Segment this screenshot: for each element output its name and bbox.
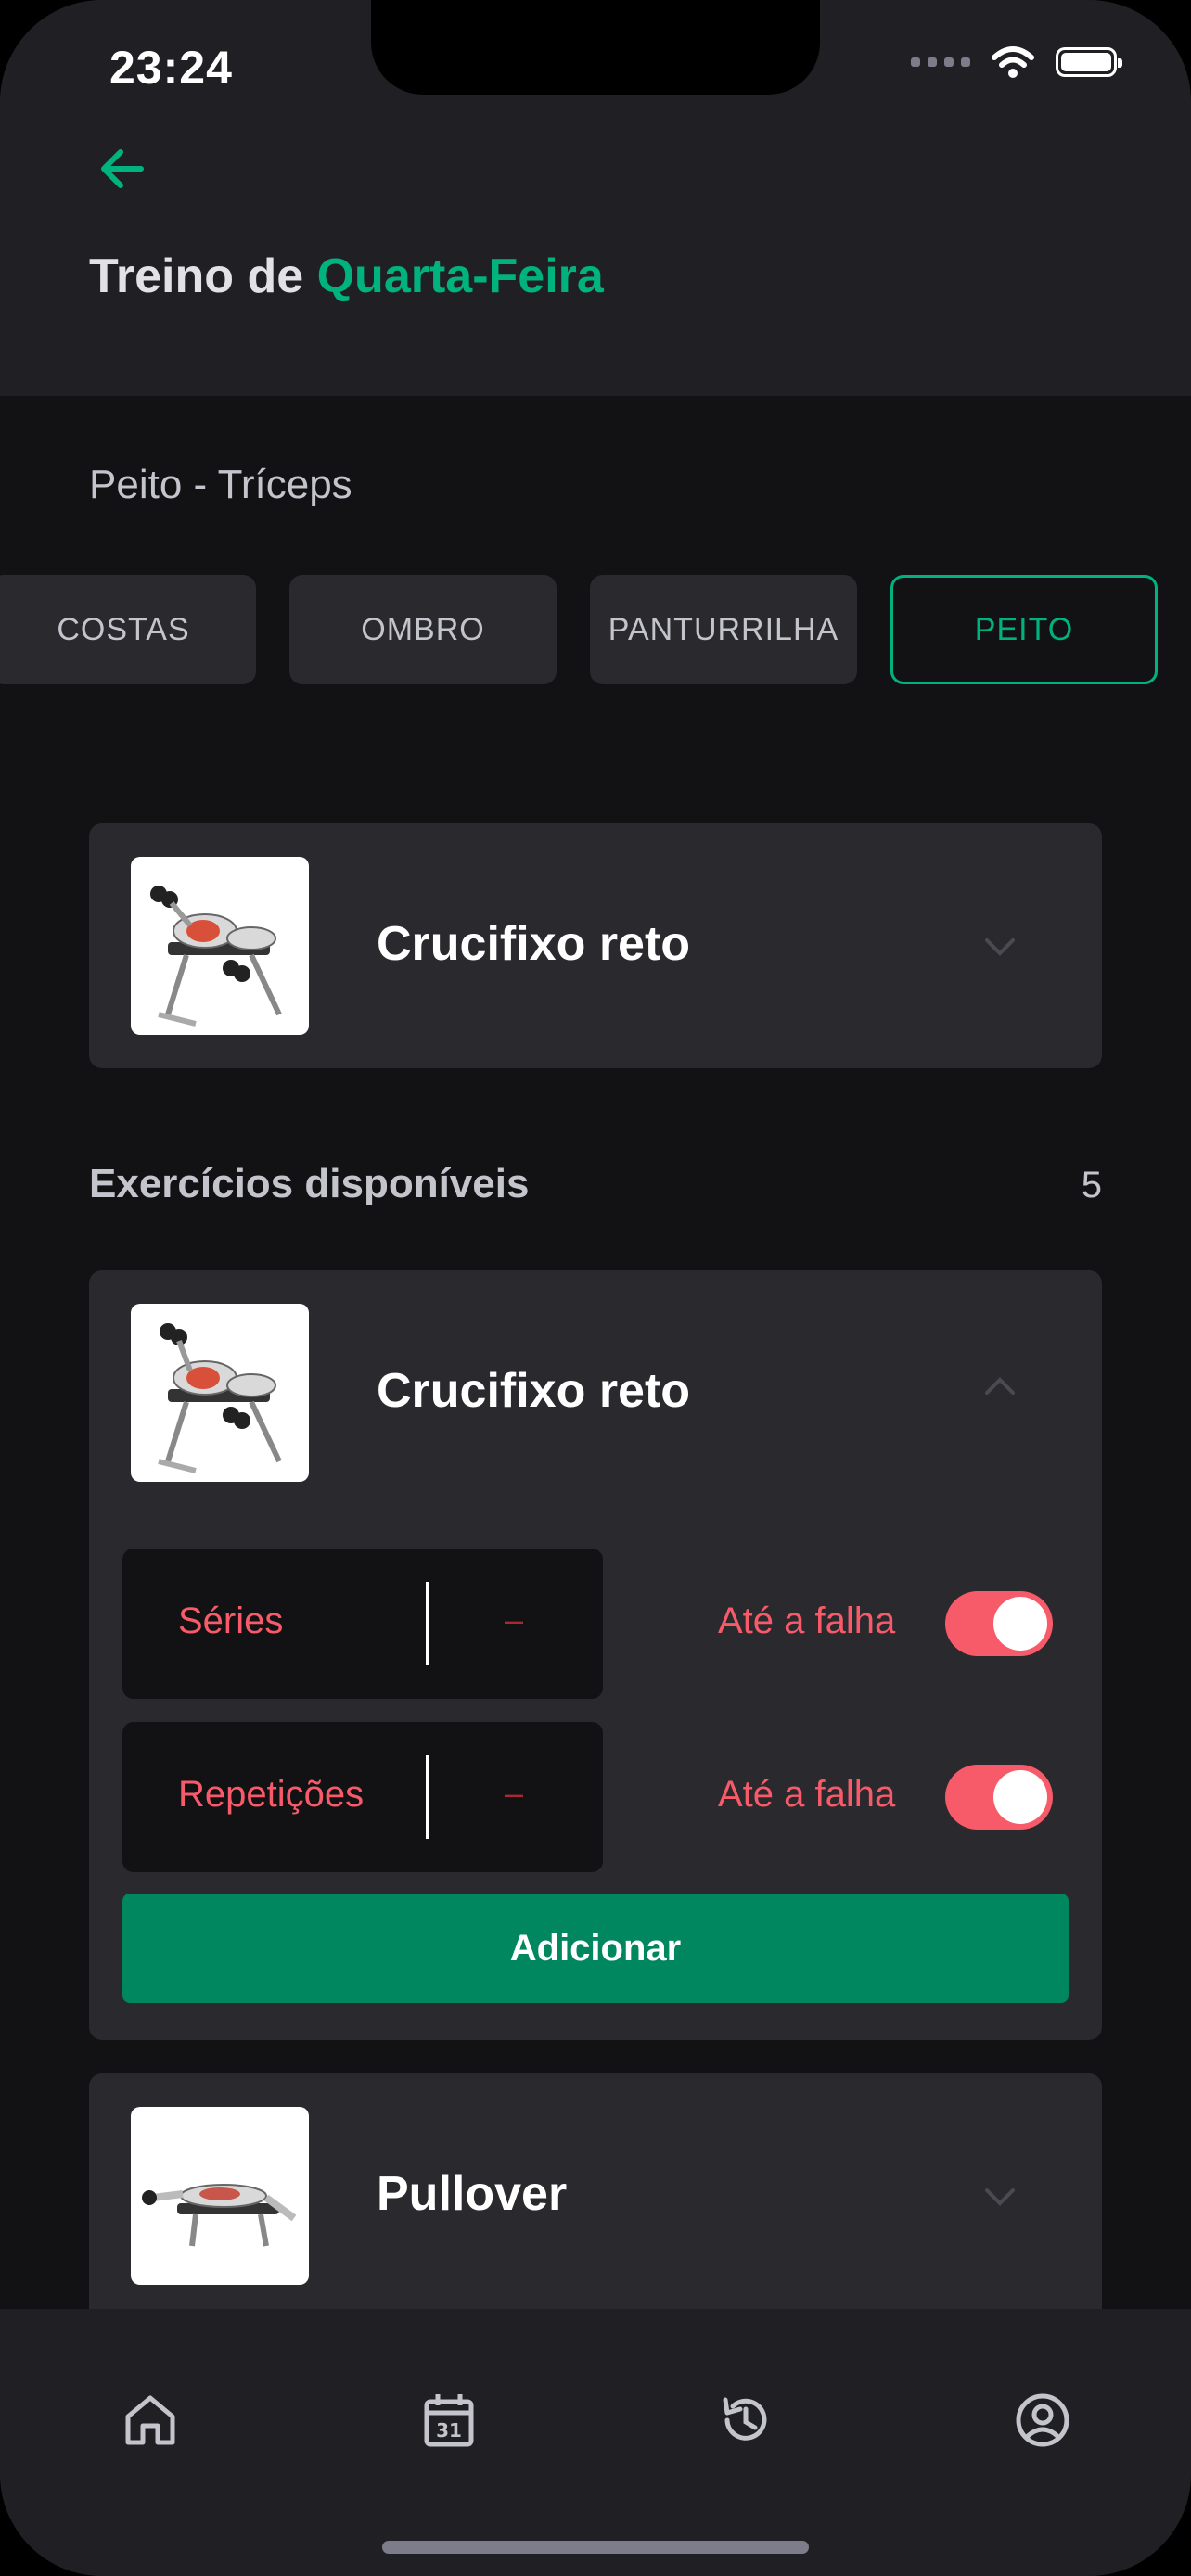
exercise-card-expanded: Crucifixo reto Séries – Até a falha Repe… — [89, 1270, 1102, 2040]
dumbbell-fly-image — [150, 886, 282, 1027]
reps-value: – — [505, 1774, 524, 1812]
exercise-name: Crucifixo reto — [377, 917, 691, 971]
exercise-thumbnail — [131, 2107, 309, 2285]
series-failure-label: Até a falha — [718, 1600, 896, 1641]
history-icon[interactable] — [716, 2391, 775, 2450]
exercise-name: Crucifixo reto — [377, 1364, 691, 1418]
category-chip-panturrilha[interactable]: PANTURRILHA — [590, 575, 857, 684]
series-label: Séries — [178, 1600, 284, 1641]
input-cursor — [426, 1755, 429, 1839]
status-time: 23:24 — [109, 42, 233, 94]
device-notch — [371, 0, 820, 95]
category-chip-ombro[interactable]: OMBRO — [289, 575, 557, 684]
wifi-icon — [992, 46, 1034, 78]
app-screen: 23:24 Treino de Quarta-Feira Peito - Trí… — [0, 0, 1191, 2576]
battery-icon — [1056, 47, 1122, 77]
dumbbell-fly-image — [158, 1323, 282, 1473]
pullover-image — [142, 2184, 297, 2247]
add-button[interactable]: Adicionar — [122, 1894, 1069, 2003]
calendar-icon[interactable]: 31 — [419, 2391, 479, 2450]
signal-icon — [911, 57, 970, 67]
home-indicator[interactable] — [382, 2541, 809, 2554]
title-prefix: Treino de — [89, 249, 317, 303]
series-failure-toggle[interactable] — [945, 1591, 1053, 1656]
available-exercises-title: Exercícios disponíveis — [89, 1161, 530, 1206]
exercise-thumbnail — [131, 857, 309, 1035]
chevron-down-icon[interactable] — [980, 2175, 1020, 2216]
calendar-day: 31 — [436, 2419, 462, 2442]
back-arrow-icon[interactable] — [93, 139, 152, 198]
title-day: Quarta-Feira — [316, 249, 604, 303]
input-cursor — [426, 1582, 429, 1665]
exercise-thumbnail — [131, 1304, 309, 1482]
category-chip-peito[interactable]: PEITO — [890, 575, 1158, 684]
profile-icon[interactable] — [1013, 2391, 1072, 2450]
chevron-down-icon[interactable] — [980, 925, 1020, 966]
reps-field[interactable]: Repetições – — [122, 1722, 603, 1872]
available-exercises-count: 5 — [1081, 1165, 1102, 1205]
home-icon[interactable] — [121, 2391, 180, 2450]
series-value: – — [505, 1600, 524, 1639]
selected-exercise-card[interactable]: Crucifixo reto — [89, 823, 1102, 1068]
series-field[interactable]: Séries – — [122, 1549, 603, 1699]
reps-label: Repetições — [178, 1774, 365, 1815]
exercise-name: Pullover — [377, 2167, 568, 2221]
chevron-up-icon[interactable] — [980, 1367, 1020, 1408]
reps-failure-label: Até a falha — [718, 1774, 896, 1815]
page-title: Treino de Quarta-Feira — [89, 249, 604, 304]
category-chip-costas[interactable]: COSTAS — [0, 575, 256, 684]
workout-subtitle: Peito - Tríceps — [89, 462, 352, 507]
status-icons — [911, 45, 1122, 80]
reps-failure-toggle[interactable] — [945, 1765, 1053, 1830]
